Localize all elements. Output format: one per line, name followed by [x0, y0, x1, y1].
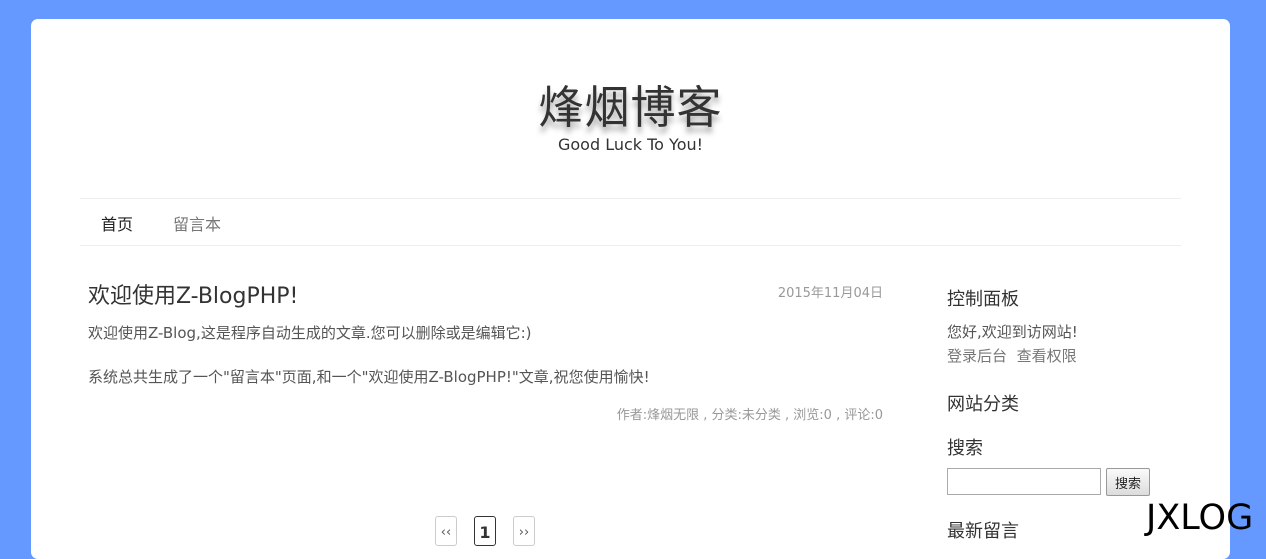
nav-item-home[interactable]: 首页 [101, 211, 133, 235]
site-title[interactable]: 烽烟博客 [31, 71, 1230, 136]
post-date: 2015年11月04日 [777, 286, 883, 301]
page-container: 烽烟博客 Good Luck To You! 首页 留言本 欢迎使用Z-Blog… [31, 19, 1230, 559]
control-panel-heading: 控制面板 [947, 289, 1019, 310]
search-heading: 搜索 [947, 438, 983, 459]
pagination-page-current[interactable]: 1 [474, 516, 496, 546]
pagination-next-button[interactable]: ›› [513, 516, 535, 546]
pagination-prev-button[interactable]: ‹‹ [435, 516, 457, 546]
categories-heading: 网站分类 [947, 394, 1019, 415]
site-subtitle: Good Luck To You! [557, 135, 704, 154]
search-input[interactable] [947, 468, 1101, 495]
view-permissions-link[interactable]: 查看权限 [1017, 347, 1077, 365]
welcome-text: 您好,欢迎到访网站! [947, 323, 1078, 341]
post-title[interactable]: 欢迎使用Z-BlogPHP! [88, 278, 298, 310]
main-nav: 首页 留言本 [80, 198, 1181, 246]
login-admin-link[interactable]: 登录后台 [947, 347, 1007, 365]
post-paragraph: 系统总共生成了一个"留言本"页面,和一个"欢迎使用Z-BlogPHP!"文章,祝… [88, 368, 650, 386]
control-panel-links: 登录后台 查看权限 [947, 345, 1077, 366]
post-paragraph: 欢迎使用Z-Blog,这是程序自动生成的文章.您可以删除或是编辑它:) [88, 324, 532, 342]
search-button[interactable]: 搜索 [1106, 468, 1150, 496]
recent-comments-heading: 最新留言 [947, 521, 1019, 542]
watermark-text: JXLOG [1146, 498, 1254, 538]
post-meta: 作者:烽烟无限 , 分类:未分类 , 浏览:0 , 评论:0 [616, 408, 883, 423]
nav-item-guestbook[interactable]: 留言本 [173, 211, 221, 235]
